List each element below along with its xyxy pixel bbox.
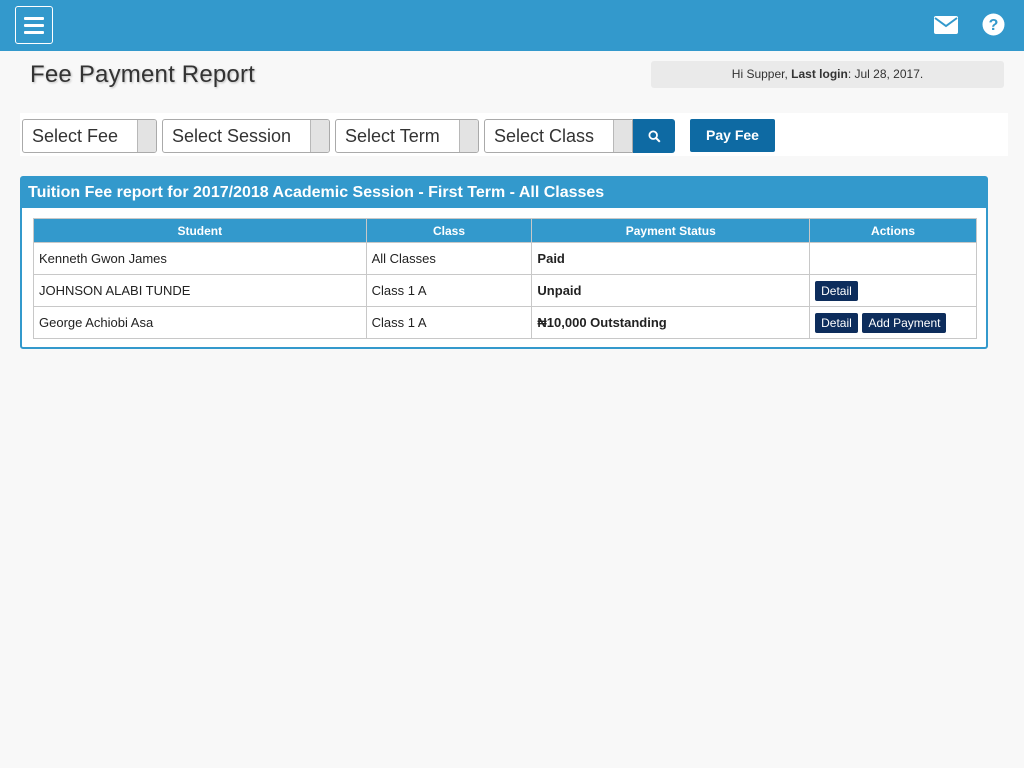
select-fee-value: Select Fee: [32, 126, 119, 146]
select-session-dropdown[interactable]: Select Session: [162, 119, 330, 153]
table-row: Kenneth Gwon James All Classes Paid: [33, 242, 977, 275]
dropdown-arrow-icon: [459, 120, 478, 152]
table-row: JOHNSON ALABI TUNDE Class 1 A Unpaid Det…: [33, 274, 977, 307]
student-cell: George Achiobi Asa: [33, 306, 367, 339]
select-term-dropdown[interactable]: Select Term: [335, 119, 479, 153]
search-icon: [647, 129, 661, 143]
last-login-label: Last login: [791, 67, 848, 81]
detail-button[interactable]: Detail: [815, 312, 858, 333]
table-row: George Achiobi Asa Class 1 A ₦10,000 Out…: [33, 306, 977, 339]
last-login-value: : Jul 28, 2017.: [847, 67, 924, 81]
column-header-payment-status: Payment Status: [531, 218, 811, 243]
add-payment-button[interactable]: Add Payment: [862, 312, 947, 333]
select-class-dropdown[interactable]: Select Class: [484, 119, 633, 153]
filter-bar: Select Fee Select Session Select Term Se…: [20, 113, 1008, 156]
select-session-value: Select Session: [172, 126, 292, 146]
select-class-value: Select Class: [494, 126, 595, 146]
dropdown-arrow-icon: [613, 120, 632, 152]
report-table: Student Class Payment Status Actions Ken…: [33, 218, 977, 339]
class-cell: Class 1 A: [365, 274, 533, 307]
column-header-student: Student: [33, 218, 367, 243]
dropdown-arrow-icon: [137, 120, 156, 152]
actions-cell: Detail Add Payment: [809, 306, 977, 339]
table-header-row: Student Class Payment Status Actions: [33, 218, 977, 243]
report-panel: Tuition Fee report for 2017/2018 Academi…: [20, 176, 988, 349]
pay-fee-button[interactable]: Pay Fee: [690, 119, 775, 152]
dropdown-arrow-icon: [310, 120, 329, 152]
last-login-info: Hi Supper, Last login: Jul 28, 2017.: [651, 61, 1004, 88]
class-cell: Class 1 A: [365, 306, 533, 339]
svg-text:?: ?: [989, 17, 999, 34]
actions-cell: [809, 242, 977, 275]
student-cell: JOHNSON ALABI TUNDE: [33, 274, 367, 307]
detail-button[interactable]: Detail: [815, 280, 858, 301]
select-term-value: Select Term: [345, 126, 440, 146]
column-header-actions: Actions: [809, 218, 977, 243]
payment-status-cell: Paid: [531, 242, 811, 275]
search-button[interactable]: [633, 119, 675, 153]
hamburger-menu-icon[interactable]: [15, 6, 53, 44]
select-fee-dropdown[interactable]: Select Fee: [22, 119, 157, 153]
column-header-class: Class: [365, 218, 533, 243]
question-circle-icon[interactable]: ?: [982, 13, 1005, 36]
student-cell: Kenneth Gwon James: [33, 242, 367, 275]
greeting-text: Hi Supper,: [731, 67, 792, 81]
class-cell: All Classes: [365, 242, 533, 275]
actions-cell: Detail: [809, 274, 977, 307]
page-title: Fee Payment Report: [30, 61, 256, 88]
report-heading: Tuition Fee report for 2017/2018 Academi…: [22, 178, 986, 208]
payment-status-cell: Unpaid: [531, 274, 811, 307]
envelope-icon[interactable]: [933, 13, 959, 37]
payment-status-cell: ₦10,000 Outstanding: [531, 306, 811, 339]
top-navbar: ?: [0, 0, 1024, 51]
